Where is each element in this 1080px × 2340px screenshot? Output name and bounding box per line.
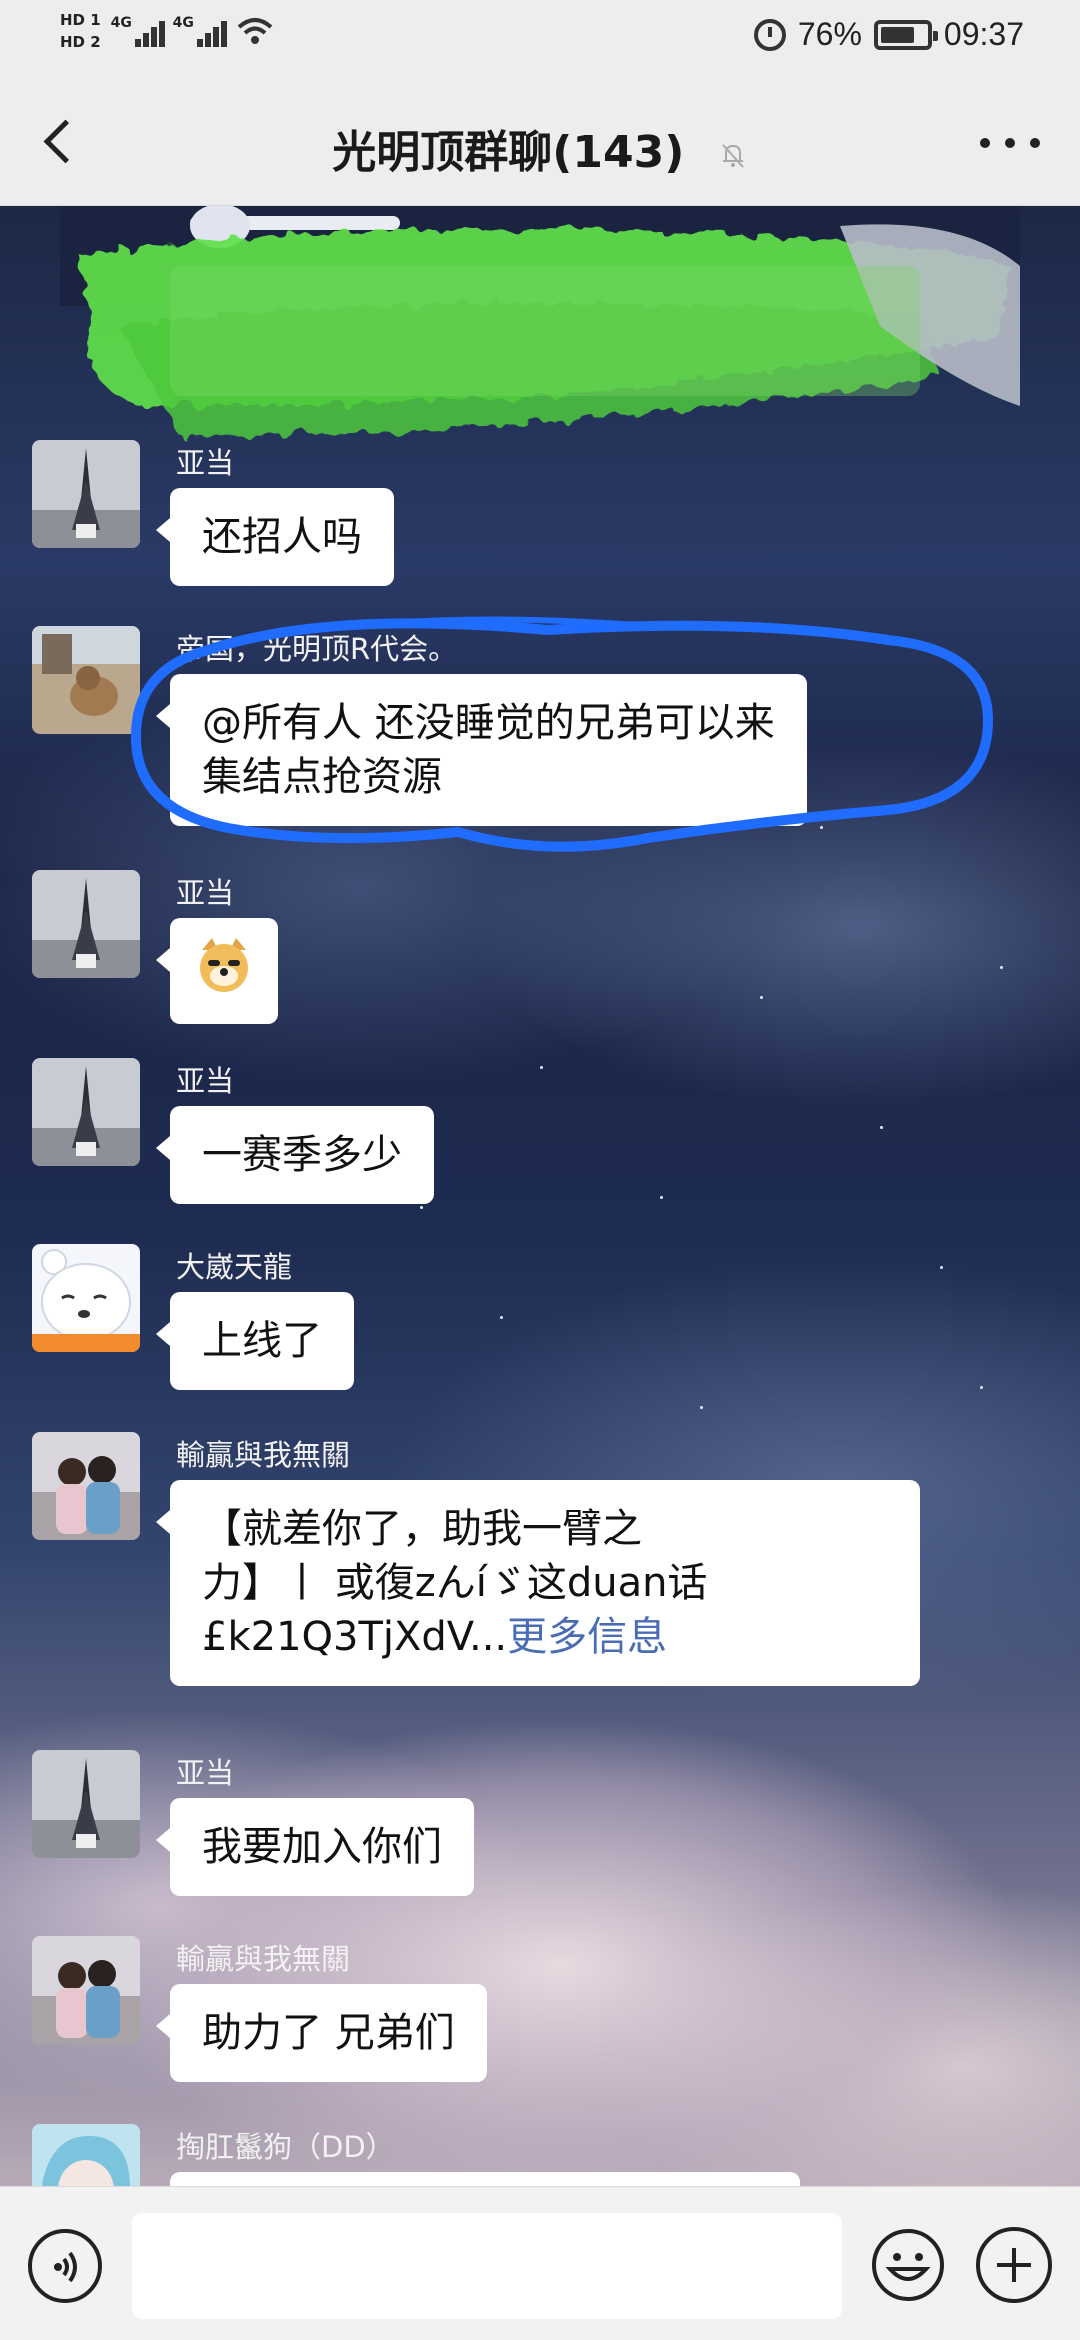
battery-icon	[873, 19, 938, 50]
avatar-tower[interactable]	[32, 1750, 140, 1858]
sender-name: 掏肛鬣狗（DD）	[176, 2130, 395, 2164]
redaction-scribble	[60, 206, 1020, 436]
avatar-dog[interactable]	[32, 626, 140, 734]
message-text: £k21Q3TjXdV...	[202, 1614, 508, 1660]
avatar-couple[interactable]	[32, 1432, 140, 1540]
plus-icon[interactable]	[976, 2227, 1052, 2303]
message-text: 力】丨 或復zんíゞ这duan话	[202, 1560, 708, 1606]
signal-label-1: 4G	[110, 15, 132, 31]
sender-name: 輸贏與我無關	[176, 1438, 351, 1472]
mute-bell-icon	[721, 144, 744, 168]
sender-name: 大崴天龍	[176, 1250, 293, 1284]
chat-area[interactable]: 亚当 还招人吗 帝国，光明顶R代会。 @所有人 还没睡觉的兄弟可以来 集结点抢资…	[0, 206, 1080, 2186]
input-bar	[0, 2186, 1080, 2340]
message-text: 【就差你了，助我一臂之	[202, 1506, 642, 1552]
doge-sticker-icon	[200, 938, 248, 992]
signal-icon: 4G	[110, 13, 165, 49]
message-bubble[interactable]: 【就差你了，助我一臂之 力】丨 或復zんíゞ这duan话 £k21Q3TjXdV…	[156, 1480, 920, 1686]
message-bubble[interactable]: 我要加入你们	[156, 1798, 474, 1896]
message-bubble[interactable]	[156, 918, 278, 1024]
message-text: 上线了	[202, 1318, 322, 1364]
message-bubble[interactable]: 还招人吗	[156, 488, 394, 586]
signal-icon-2: 4G	[172, 13, 227, 49]
message-text: 一赛季多少	[202, 1132, 402, 1178]
highlight-circle	[130, 616, 993, 852]
hd1-label: HD 1	[60, 11, 101, 29]
signal-label-2: 4G	[172, 15, 194, 31]
wifi-icon	[237, 18, 272, 44]
message-text: 助力了 兄弟们	[202, 2010, 455, 2056]
chat-header: 光明顶群聊(143)	[0, 78, 1080, 206]
sender-name: 亚当	[176, 1756, 235, 1790]
battery-percent: 76%	[797, 16, 862, 52]
alarm-icon	[753, 18, 786, 51]
voice-icon[interactable]	[28, 2229, 102, 2303]
message-bubble[interactable]	[170, 2172, 800, 2186]
status-bar: HD 1 HD 2 4G 4G 76% 09:37	[0, 0, 1080, 78]
message-input[interactable]	[132, 2213, 842, 2319]
message-bubble[interactable]: 一赛季多少	[156, 1106, 434, 1204]
sender-name: 亚当	[176, 446, 235, 480]
chat-title: 光明顶群聊(143)	[332, 127, 685, 178]
message-text: 我要加入你们	[202, 1824, 442, 1870]
sender-name: 亚当	[176, 1064, 235, 1098]
more-info-link[interactable]: 更多信息	[507, 1614, 667, 1660]
avatar-tower[interactable]	[32, 870, 140, 978]
clock: 09:37	[943, 16, 1024, 52]
sender-name: 亚当	[176, 876, 235, 910]
sender-name: 輸贏與我無關	[176, 1942, 351, 1976]
hd2-label: HD 2	[60, 33, 101, 51]
more-icon[interactable]	[980, 118, 1040, 168]
avatar-tower[interactable]	[32, 1058, 140, 1166]
message-text: 还招人吗	[202, 514, 362, 560]
message-bubble[interactable]: 上线了	[156, 1292, 354, 1390]
emoji-icon[interactable]	[870, 2227, 946, 2303]
avatar-tower[interactable]	[32, 440, 140, 548]
avatar-couple[interactable]	[32, 1936, 140, 2044]
chat-title-wrap: 光明顶群聊(143)	[0, 116, 1080, 180]
hd-indicator: HD 1 HD 2	[60, 12, 101, 50]
avatar-bear[interactable]	[32, 1244, 140, 1352]
avatar-anime[interactable]	[32, 2124, 140, 2186]
message-bubble[interactable]: 助力了 兄弟们	[156, 1984, 487, 2082]
